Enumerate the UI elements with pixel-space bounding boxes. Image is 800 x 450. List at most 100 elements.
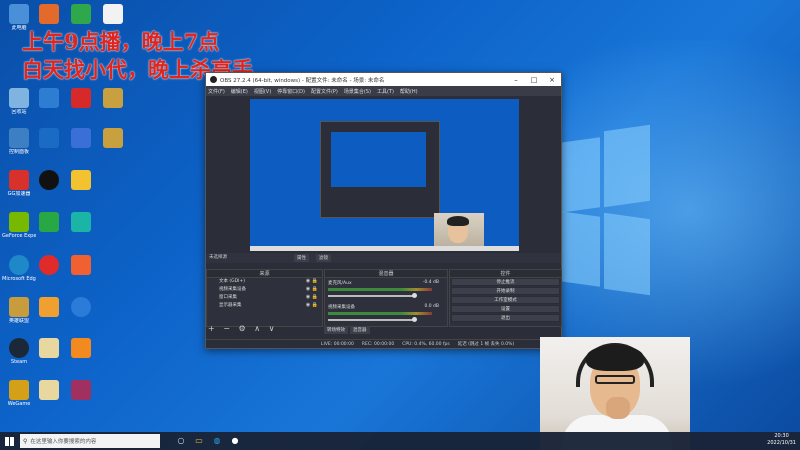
windows-logo	[560, 120, 650, 296]
exit-button[interactable]: 退出	[451, 314, 560, 322]
desktop-icon[interactable]: GG加速器	[2, 170, 36, 197]
clock[interactable]: 20:30 2022/10/31	[767, 433, 796, 447]
explorer-icon[interactable]: ▭	[190, 434, 208, 448]
desktop-icon[interactable]: Microsoft Edge	[2, 255, 36, 282]
desktop-icon[interactable]	[32, 338, 66, 358]
windows-icon	[4, 436, 14, 446]
desktop-icon[interactable]	[64, 170, 98, 190]
desktop-icon[interactable]	[32, 255, 66, 275]
desktop-icon[interactable]: WeGame	[2, 380, 36, 407]
settings-button[interactable]: 设置	[451, 305, 560, 313]
mixer-channel: 麦克风/Aux -0.4 dB	[325, 278, 447, 302]
audio-mixer-panel: 混音器 麦克风/Aux -0.4 dB 视频采集设备 0.0 dB	[324, 269, 448, 327]
start-recording-button[interactable]: 开始录制	[451, 287, 560, 295]
no-source-label: 未选择源	[209, 255, 227, 260]
desktop-icon[interactable]	[32, 170, 66, 190]
maximize-icon[interactable]: □	[525, 76, 543, 84]
desktop-icon[interactable]	[64, 88, 98, 108]
desktop-icon[interactable]: Steam	[2, 338, 36, 365]
sources-header: 来源	[207, 270, 322, 278]
source-item[interactable]: 窗口采集 ◉ 🔒	[207, 294, 322, 302]
studio-mode-button[interactable]: 工作室模式	[451, 296, 560, 304]
source-item[interactable]: 显示器采集 ◉ 🔒	[207, 302, 322, 310]
source-toolbar: 未选择源 属性 滤镜	[206, 253, 561, 263]
controls-header: 控件	[450, 270, 561, 278]
time: 20:30	[774, 433, 789, 439]
visibility-icon[interactable]: ◉ 🔒	[306, 302, 318, 308]
desktop-icon[interactable]	[64, 255, 98, 275]
desktop-icon[interactable]	[64, 380, 98, 400]
desktop-icon[interactable]: 英雄联盟	[2, 297, 36, 324]
mixer-channel: 视频采集设备 0.0 dB	[325, 302, 447, 326]
stop-streaming-button[interactable]: 停止推流	[451, 278, 560, 286]
dropped-frames: 延迟 (跳过 1 帧 丢失 0.0%)	[457, 342, 515, 347]
volume-slider[interactable]	[328, 293, 417, 298]
menu-edit[interactable]: 编辑(E)	[231, 88, 248, 95]
source-tools[interactable]: + − ⚙ ∧ ∨	[208, 324, 277, 333]
desktop-icon[interactable]	[64, 128, 98, 148]
cpu-fps: CPU: 0.4%, 60.00 fps	[402, 341, 450, 347]
obs-title: OBS 27.2.4 (64-bit, windows) - 配置文件: 未命名…	[220, 77, 385, 84]
audio-meter	[328, 312, 433, 315]
tab-mixer[interactable]: 混音器	[350, 326, 370, 334]
menu-profile[interactable]: 配置文件(P)	[311, 88, 338, 95]
obs-menubar: 文件(F) 编辑(E) 视图(V) 停靠窗口(D) 配置文件(P) 场景集合(S…	[206, 86, 561, 96]
audio-meter	[328, 288, 433, 291]
visibility-icon[interactable]: ◉ 🔒	[306, 286, 318, 292]
desktop-icon[interactable]	[64, 4, 98, 24]
menu-view[interactable]: 视图(V)	[254, 88, 271, 95]
desktop-icon[interactable]	[96, 88, 130, 108]
desktop-icon[interactable]	[96, 4, 130, 24]
menu-tools[interactable]: 工具(T)	[377, 88, 394, 95]
controls-panel: 控件 停止推流 开始录制 工作室模式 设置 退出	[449, 269, 562, 327]
desktop-icon[interactable]	[64, 338, 98, 358]
obs-icon[interactable]: ●	[226, 434, 244, 448]
obs-preview[interactable]	[250, 99, 519, 251]
desktop-icon[interactable]	[96, 128, 130, 148]
menu-help[interactable]: 帮助(H)	[400, 88, 418, 95]
obs-titlebar[interactable]: OBS 27.2.4 (64-bit, windows) - 配置文件: 未命名…	[206, 73, 561, 86]
properties-button[interactable]: 属性	[294, 254, 309, 262]
search-placeholder: 在这里输入你要搜索的内容	[30, 439, 97, 445]
visibility-icon[interactable]: ◉ 🔒	[306, 278, 318, 284]
desktop-icon[interactable]	[32, 297, 66, 317]
obs-statusbar: LIVE: 00:00:00 REC: 00:00:00 CPU: 0.4%, …	[206, 339, 561, 348]
edge-icon[interactable]: ◍	[208, 434, 226, 448]
menu-scene-collection[interactable]: 场景集合(S)	[344, 88, 371, 95]
source-item[interactable]: 视频采集设备 ◉ 🔒	[207, 286, 322, 294]
date: 2022/10/31	[767, 440, 796, 446]
task-view-icon[interactable]: ○	[172, 434, 190, 448]
taskbar: ⚲ 在这里输入你要搜索的内容 ○ ▭ ◍ ● 20:30 2022/10/31	[0, 432, 800, 450]
rec-time: REC: 00:00:00	[361, 341, 395, 347]
sources-panel: 来源 文本 (GDI+) ◉ 🔒 视频采集设备 ◉ 🔒 窗口采集 ◉ 🔒 显示器采集 ◉…	[206, 269, 323, 327]
dock-tabs: 转场特效 混音器	[324, 326, 372, 334]
nested-obs-preview	[320, 121, 440, 218]
desktop-icon[interactable]	[32, 4, 66, 24]
search-icon: ⚲	[23, 437, 28, 445]
stream-schedule-line1: 上午9点播，晚上7点	[22, 29, 220, 54]
desktop-icon[interactable]	[64, 212, 98, 232]
live-time: LIVE: 00:00:00	[321, 341, 354, 347]
source-item[interactable]: 文本 (GDI+) ◉ 🔒	[207, 278, 322, 286]
start-button[interactable]	[0, 432, 18, 450]
desktop-icon[interactable]: GeForce Experience	[2, 212, 36, 239]
desktop-icon[interactable]: 回收站	[2, 88, 36, 115]
desktop-icon[interactable]	[32, 212, 66, 232]
desktop-icon[interactable]	[32, 88, 66, 108]
obs-logo-icon	[210, 76, 217, 83]
volume-slider[interactable]	[328, 317, 417, 322]
filters-button[interactable]: 滤镜	[316, 254, 331, 262]
taskbar-search[interactable]: ⚲ 在这里输入你要搜索的内容	[20, 434, 160, 448]
desktop-icon[interactable]	[32, 380, 66, 400]
desktop-icon[interactable]	[64, 297, 98, 317]
obs-window[interactable]: OBS 27.2.4 (64-bit, windows) - 配置文件: 未命名…	[205, 72, 562, 349]
close-icon[interactable]: ×	[543, 76, 561, 84]
visibility-icon[interactable]: ◉ 🔒	[306, 294, 318, 300]
menu-docks[interactable]: 停靠窗口(D)	[277, 88, 305, 95]
mixer-header: 混音器	[325, 270, 447, 278]
minimize-icon[interactable]: –	[507, 76, 525, 84]
tab-transitions[interactable]: 转场特效	[324, 326, 348, 334]
menu-file[interactable]: 文件(F)	[208, 88, 225, 95]
desktop-icon[interactable]: 控制面板	[2, 128, 36, 155]
desktop-icon[interactable]	[32, 128, 66, 148]
